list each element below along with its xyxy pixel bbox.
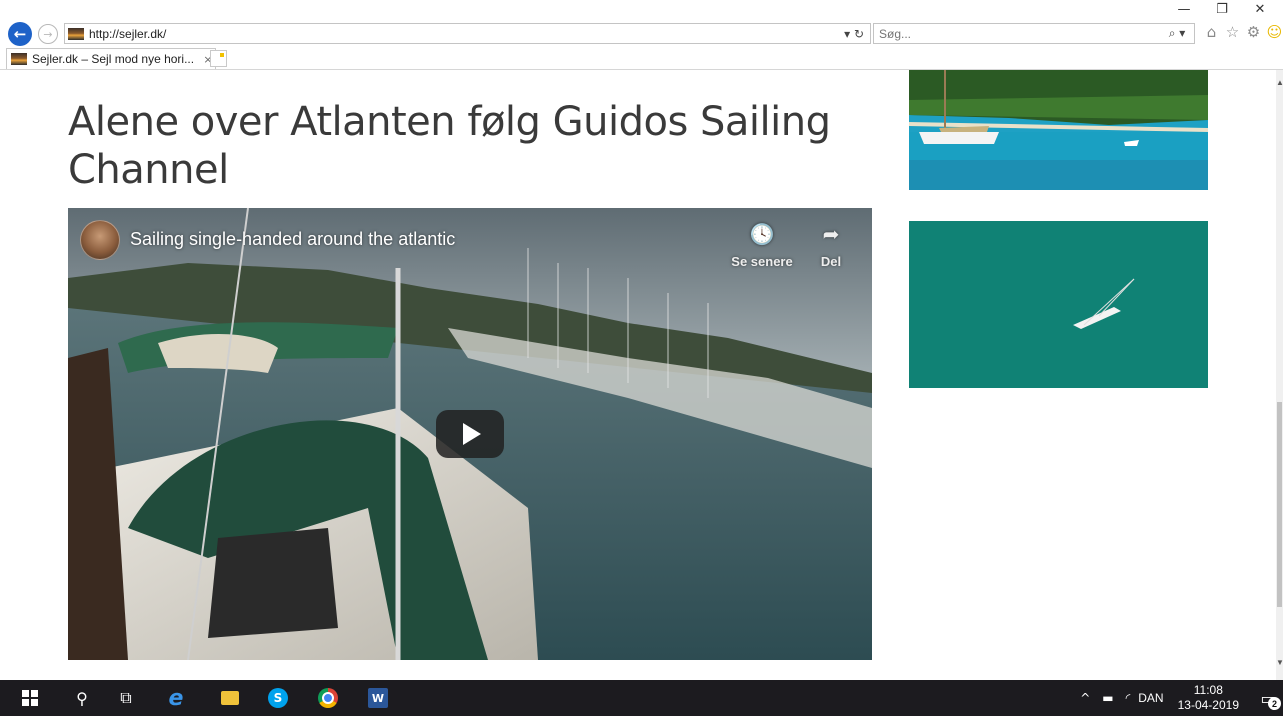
video-player[interactable]: Sailing single-handed around the atlanti… [68, 208, 872, 660]
clock-time: 11:08 [1193, 683, 1223, 697]
site-favicon-icon [68, 27, 84, 40]
address-controls[interactable]: ▾ ↻ [830, 27, 870, 41]
clock-icon: 🕓 [749, 222, 775, 246]
favorites-icon[interactable]: ☆ [1223, 22, 1242, 42]
task-view-icon[interactable]: ⧉ [114, 686, 138, 710]
system-tray: ^ ▬ ◜ DAN 11:08 13-04-2019 ▭ 2 [1074, 680, 1283, 716]
tab-title[interactable]: Sejler.dk – Sejl mod nye hori... [32, 52, 201, 66]
share-icon: ➦ [822, 222, 840, 246]
search-controls[interactable]: ⌕ ▾ [1160, 26, 1194, 41]
wifi-icon[interactable]: ◜ [1126, 691, 1131, 705]
internet-explorer-icon[interactable]: e [164, 686, 188, 711]
page-scrollbar[interactable]: ▲ ▼ [1276, 70, 1283, 680]
back-button[interactable]: ← [8, 22, 32, 46]
refresh-icon[interactable]: ↻ [854, 27, 864, 41]
toolbar-icons: ⌂ ☆ ⚙ ☺ [1202, 22, 1283, 42]
restore-button[interactable]: ❐ [1203, 0, 1241, 18]
search-box[interactable]: ⌕ ▾ [873, 23, 1195, 44]
chrome-icon[interactable] [318, 688, 338, 708]
settings-icon[interactable]: ⚙ [1244, 22, 1263, 42]
video-title[interactable]: Sailing single-handed around the atlanti… [130, 229, 455, 250]
screen: — ❐ ✕ ← → http://sejler.dk/ ▾ ↻ ⌕ ▾ ⌂ ☆ … [0, 0, 1283, 716]
search-input[interactable] [879, 26, 1160, 41]
window-controls: — ❐ ✕ [1165, 0, 1279, 18]
file-explorer-icon[interactable] [221, 691, 239, 705]
notification-count: 2 [1268, 697, 1281, 710]
forward-button[interactable]: → [38, 24, 58, 44]
language-indicator[interactable]: DAN [1138, 691, 1163, 705]
channel-avatar[interactable] [80, 220, 120, 260]
windows-start-icon[interactable] [18, 686, 42, 710]
feedback-icon[interactable]: ☺ [1265, 22, 1283, 42]
skype-icon[interactable]: S [268, 688, 288, 708]
watch-later-label: Se senere [731, 254, 793, 269]
home-icon[interactable]: ⌂ [1202, 22, 1221, 42]
battery-icon[interactable]: ▬ [1102, 691, 1113, 705]
clock-date: 13-04-2019 [1177, 698, 1239, 712]
browser-chrome: — ❐ ✕ ← → http://sejler.dk/ ▾ ↻ ⌕ ▾ ⌂ ☆ … [0, 0, 1283, 70]
clock[interactable]: 11:08 13-04-2019 [1178, 683, 1239, 713]
search-icon[interactable]: ⌕ [1169, 26, 1176, 40]
sidebar-image-aerial[interactable] [909, 221, 1208, 388]
word-icon[interactable]: W [368, 688, 388, 708]
scroll-down-icon[interactable]: ▼ [1276, 658, 1283, 667]
back-arrow-icon: ← [13, 25, 27, 43]
action-center-button[interactable]: ▭ 2 [1253, 680, 1283, 716]
address-bar[interactable]: http://sejler.dk/ ▾ ↻ [64, 23, 871, 44]
scroll-up-icon[interactable]: ▲ [1276, 78, 1283, 87]
search-icon[interactable]: ⚲ [70, 686, 94, 710]
address-dropdown-icon[interactable]: ▾ [844, 27, 850, 41]
close-button[interactable]: ✕ [1241, 0, 1279, 18]
page-content: Alene over Atlanten følg Guidos Sailing … [0, 70, 1276, 680]
tab-favicon-icon [11, 53, 27, 65]
sidebar-image-beach[interactable] [909, 70, 1208, 190]
address-url[interactable]: http://sejler.dk/ [89, 27, 830, 41]
forward-arrow-icon: → [43, 27, 53, 41]
page-title: Alene over Atlanten følg Guidos Sailing … [68, 99, 831, 193]
aerial-boat-image [909, 221, 1208, 388]
tab-active[interactable]: Sejler.dk – Sejl mod nye hori... × [6, 48, 216, 69]
beach-boat-image [909, 70, 1208, 190]
windows-taskbar: ⚲ ⧉ e S W ^ ▬ ◜ DAN 11:08 13-04-2019 ▭ 2 [0, 680, 1283, 716]
play-button[interactable] [436, 410, 504, 458]
share-label: Del [820, 254, 842, 269]
minimize-button[interactable]: — [1165, 0, 1203, 18]
share-button[interactable]: ➦ Del [796, 222, 866, 269]
tray-chevron-icon[interactable]: ^ [1080, 691, 1090, 705]
watch-later-button[interactable]: 🕓 Se senere [727, 222, 797, 269]
scrollbar-thumb[interactable] [1277, 402, 1282, 607]
new-tab-button[interactable] [210, 50, 227, 67]
search-dropdown-icon[interactable]: ▾ [1179, 26, 1185, 40]
